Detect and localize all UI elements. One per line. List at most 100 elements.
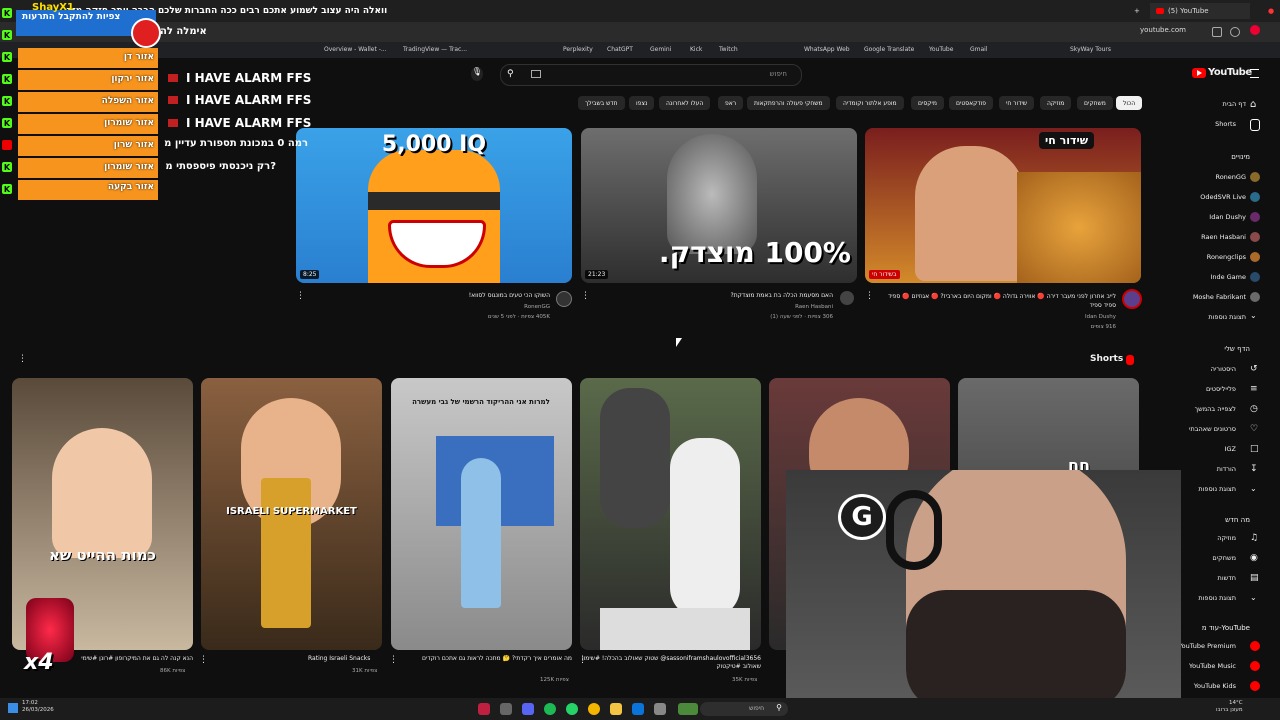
chip-watched[interactable]: נצפו	[629, 96, 655, 110]
more-options-icon[interactable]: ⋮	[18, 354, 27, 364]
sidebar-item-subscription[interactable]: Inde Game	[1210, 273, 1246, 281]
sidebar-item-show-more[interactable]: תצוגת נוספות	[1198, 485, 1236, 493]
chip-all[interactable]: הכול	[1116, 96, 1143, 110]
chip-podcasts[interactable]: פודקאסטים	[949, 96, 994, 110]
chip-rap[interactable]: ראפ	[718, 96, 744, 110]
sidebar-item-news[interactable]: חדשות	[1218, 574, 1236, 582]
chip-mixes[interactable]: מיקסים	[911, 96, 944, 110]
subscriptions-header[interactable]: מינויים	[1231, 153, 1250, 161]
sidebar-item-shorts[interactable]: Shorts	[1215, 120, 1236, 128]
chip-live[interactable]: שידור חי	[999, 96, 1035, 110]
bookmark-gmail[interactable]: Gmail	[970, 46, 988, 53]
close-window-icon[interactable]: ●	[1262, 3, 1276, 19]
sidebar-item-subscription[interactable]: RonenGG	[1215, 173, 1246, 181]
bookmark-perplexity[interactable]: Perplexity	[563, 46, 593, 53]
bookmark-kick[interactable]: Kick	[690, 46, 702, 53]
taskbar-search[interactable]: חיפוש ⚲	[700, 702, 788, 716]
avatar[interactable]	[1122, 289, 1142, 309]
app-icon[interactable]	[478, 703, 490, 715]
sidebar-item-show-more[interactable]: תצוגת נוספות	[1208, 313, 1246, 321]
video-thumbnail[interactable]: 100% מוצדק. 21:23	[581, 128, 857, 283]
channel-name[interactable]: Raen Hasbani	[595, 304, 833, 310]
folder-icon[interactable]	[610, 703, 622, 715]
chip-comedy[interactable]: מופע אלתור וקומדיה	[836, 96, 904, 110]
chip-new-for-you[interactable]: חדש בשבילך	[578, 96, 625, 110]
microphone-icon[interactable]: 🎙	[471, 67, 483, 81]
sidebar-item-igz[interactable]: IGZ	[1225, 445, 1236, 453]
sidebar-item-subscription[interactable]: Ronengclips	[1207, 253, 1246, 261]
bookmark-gemini[interactable]: Gemini	[650, 46, 671, 53]
sidebar-item-downloads[interactable]: הורדות	[1217, 465, 1236, 473]
account-icon[interactable]	[1250, 25, 1260, 35]
bookmark-skyway[interactable]: SkyWay Tours	[1070, 46, 1111, 53]
sidebar-item-playlists[interactable]: פלייליסטים	[1206, 385, 1236, 393]
short-thumbnail[interactable]: ISRAELI SUPERMARKET	[201, 378, 382, 650]
sidebar-item-liked[interactable]: סרטונים שאהבתי	[1189, 425, 1236, 433]
more-options-icon[interactable]: ⋮	[296, 291, 305, 301]
discord-icon[interactable]	[522, 703, 534, 715]
profile-icon[interactable]	[1230, 27, 1240, 37]
bookmark-tradingview[interactable]: TradingView — Trac...	[403, 46, 467, 53]
avatar[interactable]	[840, 291, 854, 305]
search-icon[interactable]: ⚲	[507, 69, 514, 79]
chip-music[interactable]: מוזיקה	[1040, 96, 1072, 110]
more-options-icon[interactable]: ⋮	[199, 655, 208, 665]
extension-icon[interactable]	[1212, 27, 1222, 37]
sidebar-item-history[interactable]: היסטוריה	[1211, 365, 1236, 373]
bookmark-wallet[interactable]: Overview - Wallet -...	[324, 46, 387, 53]
url-field[interactable]: youtube.com	[1140, 26, 1186, 34]
search-input[interactable]: חיפוש	[770, 70, 787, 78]
spotify-icon[interactable]	[544, 703, 556, 715]
bookmark-translate[interactable]: Google Translate	[864, 46, 914, 53]
tab-youtube[interactable]: (5) YouTube	[1150, 3, 1250, 19]
more-options-icon[interactable]: ⋮	[865, 291, 874, 301]
youtube-logo[interactable]: YouTube	[1192, 67, 1252, 78]
sidebar-item-kids[interactable]: YouTube Kids	[1194, 682, 1236, 690]
sidebar-item-home[interactable]: דף הבית	[1222, 100, 1246, 108]
app-icon[interactable]	[500, 703, 512, 715]
more-options-icon[interactable]: ⋮	[578, 655, 587, 665]
video-thumbnail[interactable]: 5,000 IQ 8:25	[296, 128, 572, 283]
video-title[interactable]: האם מסעמת הכלה בת באמת מוצדקת?	[595, 292, 833, 299]
app-icon[interactable]	[678, 703, 698, 715]
sidebar-item-subscription[interactable]: Moshe Fabrikant	[1193, 293, 1246, 301]
video-title[interactable]: השוקו הכי טעים במונגוס לסווא!	[310, 292, 550, 299]
sidebar-item-gaming[interactable]: משחקים	[1212, 554, 1236, 562]
video-title[interactable]: לייב אחרון לפני מעבר דירה 🔴 אווירה גדולה…	[880, 292, 1116, 310]
sidebar-item-subscription[interactable]: OdedSVR Live	[1200, 193, 1246, 201]
menu-icon[interactable]	[1250, 69, 1259, 78]
weather-widget[interactable]: 14°C מעונן ברובו	[1216, 700, 1243, 714]
avatar[interactable]	[556, 291, 572, 307]
more-options-icon[interactable]: ⋮	[389, 655, 398, 665]
keyboard-icon[interactable]	[531, 70, 541, 78]
sidebar-item-music[interactable]: מוזיקה	[1217, 534, 1236, 542]
sidebar-item-subscription[interactable]: Raen Hasbani	[1201, 233, 1246, 241]
bookmark-chatgpt[interactable]: ChatGPT	[607, 46, 633, 53]
bookmark-youtube[interactable]: YouTube	[929, 46, 953, 53]
new-tab-button[interactable]: +	[1128, 3, 1142, 19]
short-title[interactable]: מה אומרים איך רקדתי? 🤔 מתכה לראות גם אתכ…	[391, 655, 572, 663]
video-thumbnail[interactable]: שידור חי בשידור חי	[865, 128, 1141, 283]
sidebar-item-premium[interactable]: YouTube Premium	[1179, 642, 1236, 650]
short-thumbnail[interactable]	[580, 378, 761, 650]
app-icon[interactable]	[632, 703, 644, 715]
search-box[interactable]: חיפוש ⚲	[500, 64, 802, 86]
bookmark-whatsapp[interactable]: WhatsApp Web	[804, 46, 850, 53]
you-header[interactable]: הדף שלי	[1224, 345, 1250, 353]
chip-action-games[interactable]: משחקי פעולה והרפתקאות	[747, 96, 830, 110]
channel-name[interactable]: Idan Dushy	[880, 314, 1116, 320]
bookmark-twitch[interactable]: Twitch	[719, 46, 738, 53]
chrome-icon[interactable]	[588, 703, 600, 715]
short-title[interactable]: sassoniframshaulovofficial3656@ שטוק שאו…	[580, 655, 761, 671]
sidebar-item-watch-later[interactable]: לצפייה בהמשך	[1195, 405, 1236, 413]
windows-start-icon[interactable]	[8, 703, 18, 713]
channel-name[interactable]: RonenGG	[310, 304, 550, 310]
chip-recent[interactable]: העלו לאחרונה	[659, 96, 711, 110]
app-icon[interactable]	[654, 703, 666, 715]
short-thumbnail[interactable]: למרות אני ההריקוד הרשמי של גבי מעשרה	[391, 378, 572, 650]
chip-games[interactable]: משחקים	[1077, 96, 1113, 110]
whatsapp-icon[interactable]	[566, 703, 578, 715]
sidebar-item-subscription[interactable]: Idan Dushy	[1209, 213, 1246, 221]
sidebar-item-music-app[interactable]: YouTube Music	[1189, 662, 1236, 670]
short-title[interactable]: Rating Israeli Snacks	[308, 655, 370, 662]
